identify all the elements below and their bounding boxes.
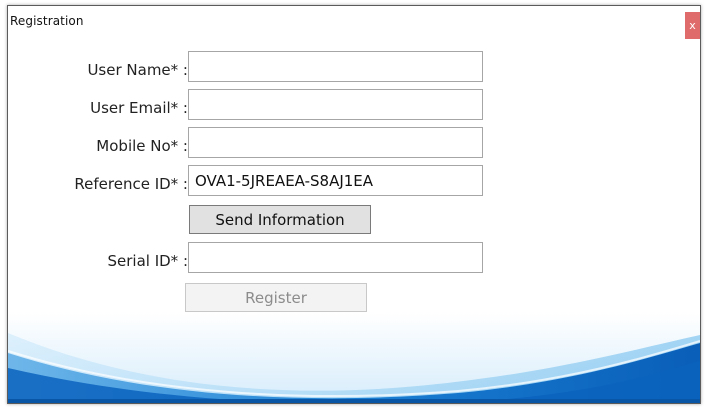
window-title: Registration: [10, 14, 84, 28]
wave-decoration: [8, 313, 700, 403]
mobile-no-label: Mobile No* :: [96, 137, 188, 155]
user-name-field[interactable]: [188, 51, 483, 82]
send-information-button[interactable]: Send Information: [189, 205, 371, 234]
serial-id-label: Serial ID* :: [107, 252, 188, 270]
registration-window: Registration x User Name* : User Email* …: [7, 5, 701, 404]
serial-id-field[interactable]: [188, 242, 483, 273]
reference-id-field[interactable]: [188, 165, 483, 196]
reference-id-label: Reference ID* :: [74, 175, 188, 193]
user-email-field[interactable]: [188, 89, 483, 120]
mobile-no-field[interactable]: [188, 127, 483, 158]
user-email-label: User Email* :: [90, 99, 188, 117]
user-name-label: User Name* :: [87, 61, 188, 79]
register-button[interactable]: Register: [185, 283, 367, 312]
close-button[interactable]: x: [685, 12, 700, 39]
